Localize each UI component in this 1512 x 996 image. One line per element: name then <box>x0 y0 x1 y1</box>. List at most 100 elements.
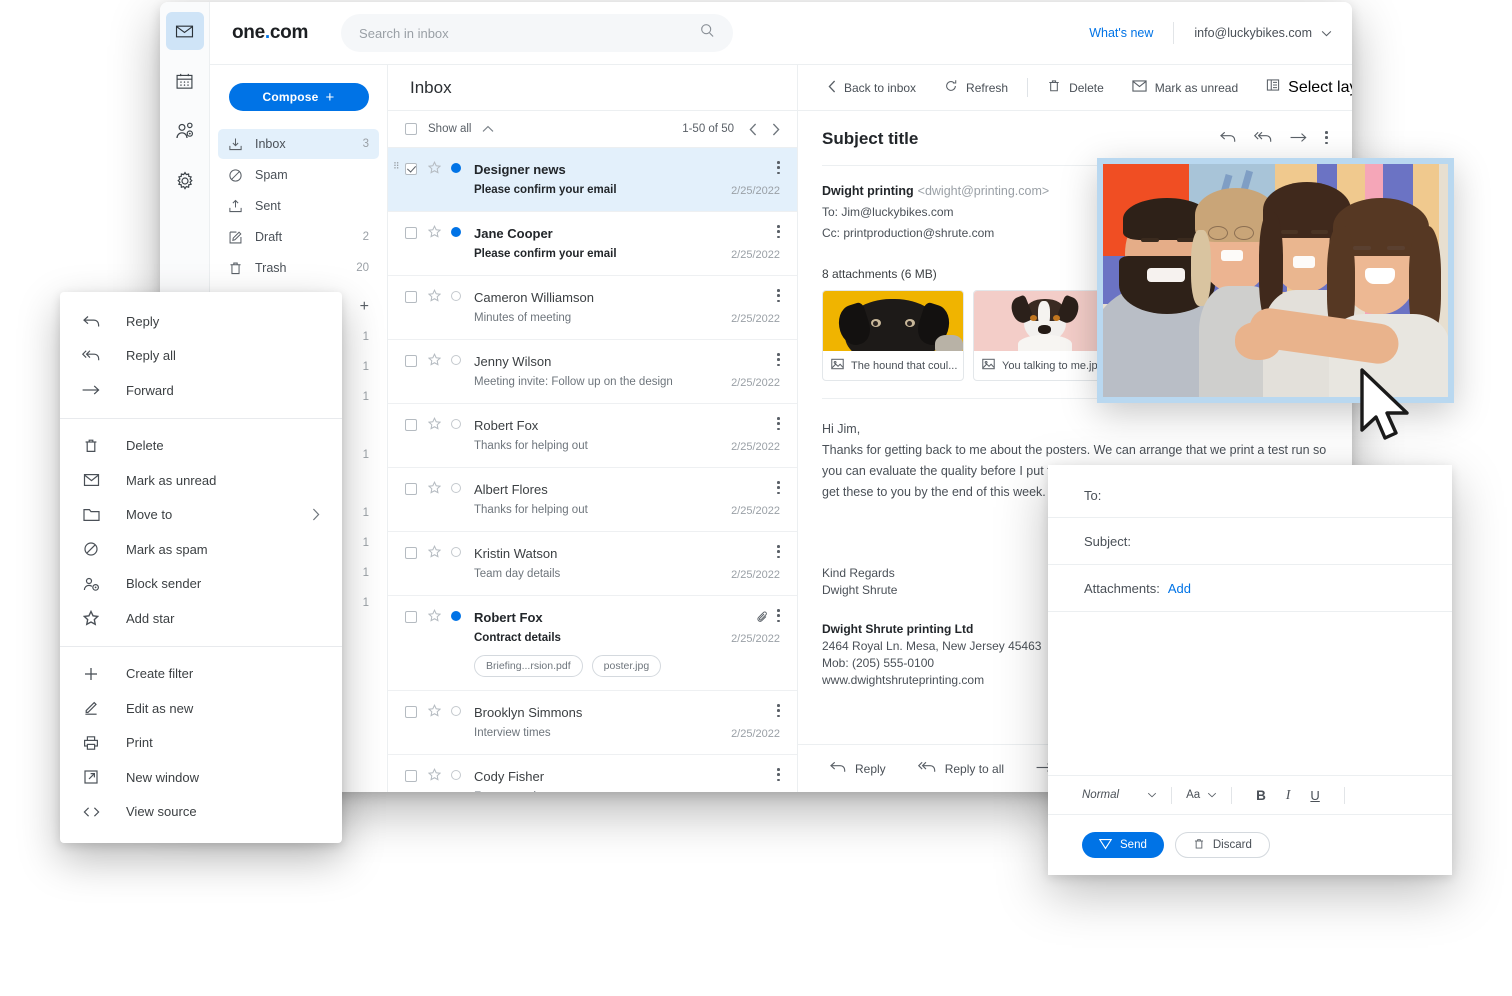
attachment-chip[interactable]: poster.jpg <box>591 655 662 677</box>
context-menu-item-forward[interactable]: Forward <box>60 373 342 408</box>
context-menu-item-create-filter[interactable]: Create filter <box>60 657 342 692</box>
row-checkbox[interactable] <box>405 706 417 718</box>
row-checkbox[interactable] <box>405 291 417 303</box>
row-menu-icon[interactable] <box>777 353 780 369</box>
unread-dot[interactable] <box>451 227 461 237</box>
search-icon[interactable] <box>700 23 715 43</box>
compose-to-field[interactable]: To: <box>1048 465 1452 518</box>
sidebar-item-draft[interactable]: Draft 2 <box>218 222 379 252</box>
star-icon[interactable] <box>428 545 441 558</box>
mark-unread-button[interactable]: Mark as unread <box>1118 74 1252 102</box>
context-menu-item-new-window[interactable]: New window <box>60 760 342 795</box>
star-icon[interactable] <box>428 704 441 717</box>
reply-icon[interactable] <box>1220 130 1236 148</box>
table-row[interactable]: Jenny Wilson Meeting invite: Follow up o… <box>388 340 797 404</box>
rail-item-calendar[interactable] <box>166 62 204 100</box>
account-menu[interactable]: info@luckybikes.com <box>1194 26 1332 40</box>
unread-dot[interactable] <box>451 163 461 173</box>
underline-button[interactable]: U <box>1300 788 1329 803</box>
discard-button[interactable]: Discard <box>1174 832 1270 858</box>
show-all-label[interactable]: Show all <box>428 123 471 135</box>
whats-new-link[interactable]: What's new <box>1089 26 1153 40</box>
row-menu-icon[interactable] <box>777 417 780 433</box>
row-menu-icon[interactable] <box>777 161 780 177</box>
compose-button[interactable]: Compose + <box>228 83 369 111</box>
add-attachment-link[interactable]: Add <box>1168 581 1191 596</box>
reply-all-icon[interactable] <box>1253 130 1272 148</box>
back-to-inbox-button[interactable]: Back to inbox <box>814 74 930 102</box>
delete-button[interactable]: Delete <box>1033 74 1118 102</box>
row-checkbox[interactable] <box>405 355 417 367</box>
table-row[interactable]: Jane Cooper Please confirm your email 2/… <box>388 212 797 276</box>
context-menu-item-print[interactable]: Print <box>60 726 342 761</box>
row-checkbox[interactable] <box>405 611 417 623</box>
next-page-icon[interactable] <box>772 123 780 136</box>
reply-all-button[interactable]: Reply to all <box>902 761 1020 776</box>
row-checkbox[interactable] <box>405 483 417 495</box>
row-menu-icon[interactable] <box>777 704 780 720</box>
attachment-card[interactable]: You talking to me.jpg <box>973 290 1115 381</box>
context-menu-item-move-to[interactable]: Move to <box>60 498 342 533</box>
sidebar-item-trash[interactable]: Trash 20 <box>218 253 379 283</box>
drag-handle-icon[interactable]: ⠿ <box>393 162 401 171</box>
context-menu-item-mark-unread[interactable]: Mark as unread <box>60 463 342 498</box>
context-menu-item-reply[interactable]: Reply <box>60 304 342 339</box>
paperclip-icon[interactable] <box>756 610 770 624</box>
star-icon[interactable] <box>428 225 441 238</box>
table-row[interactable]: ⠿ Designer news Please confirm your emai… <box>388 148 797 212</box>
bold-button[interactable]: B <box>1246 788 1276 803</box>
paragraph-style-select[interactable]: Normal <box>1082 789 1157 801</box>
rail-item-contacts[interactable] <box>166 112 204 150</box>
more-actions-icon[interactable] <box>1325 131 1328 147</box>
compose-subject-field[interactable]: Subject: <box>1048 518 1452 565</box>
sidebar-item-sent[interactable]: Sent <box>218 191 379 221</box>
sidebar-item-inbox[interactable]: Inbox 3 <box>218 129 379 159</box>
read-dot[interactable] <box>451 291 461 301</box>
star-icon[interactable] <box>428 417 441 430</box>
read-dot[interactable] <box>451 419 461 429</box>
search-input[interactable] <box>359 25 701 41</box>
row-checkbox[interactable] <box>405 419 417 431</box>
row-checkbox[interactable] <box>405 227 417 239</box>
rail-item-mail[interactable] <box>165 12 204 50</box>
context-menu-item-view-source[interactable]: View source <box>60 795 342 830</box>
row-menu-icon[interactable] <box>777 289 780 305</box>
context-menu-item-add-star[interactable]: Add star <box>60 601 342 636</box>
chevron-up-icon[interactable] <box>482 125 494 133</box>
forward-icon[interactable] <box>1290 130 1307 148</box>
row-menu-icon[interactable] <box>777 481 780 497</box>
row-menu-icon[interactable] <box>777 768 780 784</box>
select-all-checkbox[interactable] <box>405 123 417 135</box>
context-menu-item-mark-spam[interactable]: Mark as spam <box>60 532 342 567</box>
table-row[interactable]: Robert Fox Contract details Briefing...r… <box>388 596 797 691</box>
row-checkbox[interactable] <box>405 547 417 559</box>
table-row[interactable]: Kristin Watson Team day details 2/25/202… <box>388 532 797 596</box>
rail-item-settings[interactable] <box>166 162 204 200</box>
row-menu-icon[interactable] <box>777 609 780 625</box>
select-layout-button[interactable]: Select layout <box>1252 74 1352 102</box>
row-checkbox[interactable] <box>405 770 417 782</box>
read-dot[interactable] <box>451 770 461 780</box>
row-checkbox[interactable] <box>405 163 417 175</box>
photo-preview-overlay[interactable] <box>1097 158 1454 403</box>
star-icon[interactable] <box>428 609 441 622</box>
context-menu-item-block-sender[interactable]: Block sender <box>60 567 342 602</box>
sidebar-item-spam[interactable]: Spam <box>218 160 379 190</box>
read-dot[interactable] <box>451 483 461 493</box>
context-menu-item-reply-all[interactable]: Reply all <box>60 339 342 374</box>
context-menu-item-delete[interactable]: Delete <box>60 429 342 464</box>
star-icon[interactable] <box>428 768 441 781</box>
compose-body-area[interactable] <box>1048 612 1452 775</box>
table-row[interactable]: Cameron Williamson Minutes of meeting 2/… <box>388 276 797 340</box>
table-row[interactable]: Cody Fisher Feature update 2/25/2022 <box>388 755 797 792</box>
star-icon[interactable] <box>428 289 441 302</box>
attachment-chip[interactable]: Briefing...rsion.pdf <box>474 655 583 677</box>
star-icon[interactable] <box>428 481 441 494</box>
add-folder-icon[interactable]: + <box>360 298 369 316</box>
unread-dot[interactable] <box>451 611 461 621</box>
brand-logo[interactable]: one.com <box>232 22 308 44</box>
row-menu-icon[interactable] <box>777 225 780 241</box>
read-dot[interactable] <box>451 706 461 716</box>
star-icon[interactable] <box>428 353 441 366</box>
attachment-card[interactable]: The hound that coul... <box>822 290 964 381</box>
